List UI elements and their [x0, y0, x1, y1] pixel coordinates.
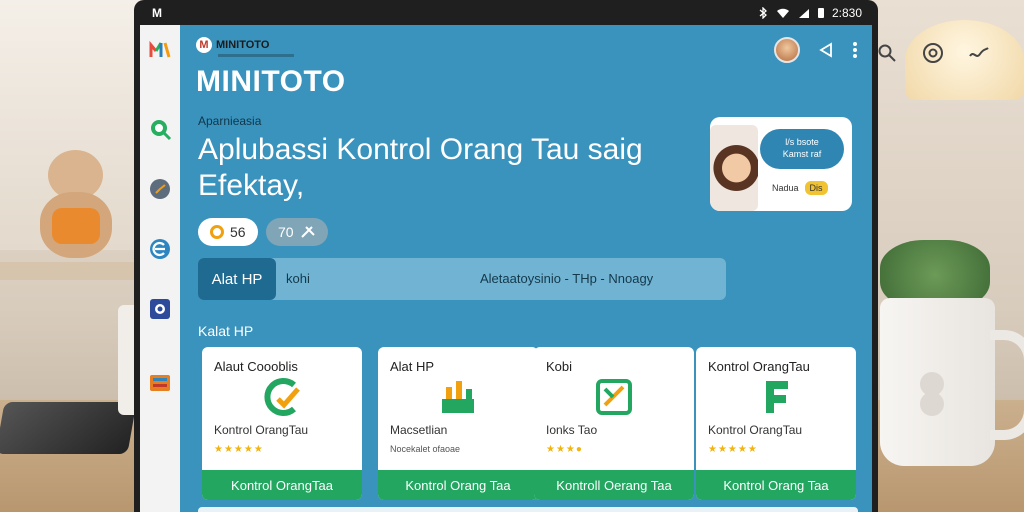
search-input[interactable]: kohi	[286, 271, 310, 286]
navigation-arrow-icon[interactable]	[818, 42, 834, 58]
card-title: Kontrol OrangTau	[708, 359, 810, 374]
family-photo	[710, 125, 758, 211]
card-title: Alaut Coooblis	[214, 359, 298, 374]
rail-item-clock[interactable]	[148, 177, 172, 201]
brand-underline	[218, 54, 294, 57]
card-cta-button[interactable]: Kontrol Orang Taa	[378, 470, 538, 500]
brand-logo-icon: M	[196, 37, 212, 53]
colorful-m-icon	[149, 40, 171, 58]
app-title: MINITOTO	[196, 65, 346, 98]
background-mug-button	[920, 392, 944, 416]
tools-icon	[300, 226, 315, 238]
card-rating: ★★★★★	[708, 444, 758, 455]
c-check-icon	[264, 378, 300, 416]
promo-pill-line1: l/s bsote	[785, 137, 819, 147]
tablet-device: M 2:830 M MINITOTO MINITOTO Aparnieasia …	[134, 0, 878, 512]
rail-item-search[interactable]	[148, 117, 172, 141]
promo-badge: Dis	[804, 181, 828, 195]
card-subtitle: Kontrol OrangTau	[708, 423, 803, 437]
search-icon	[151, 120, 172, 141]
card-rating: Nocekalet ofaoae	[390, 444, 461, 454]
clock-icon	[150, 179, 170, 199]
at-sign-icon	[923, 43, 943, 63]
camera-icon	[150, 299, 170, 319]
card-title: Kobi	[546, 359, 573, 374]
card-cta-button[interactable]: Kontrol OrangTaa	[202, 470, 362, 500]
app-card[interactable]: Alat HP Macsetlian Nocekalet ofaoae Kont…	[378, 347, 538, 500]
e-browser-icon	[150, 239, 170, 259]
promo-card[interactable]: l/s bsote Kamst raf Nadua Dis	[710, 117, 852, 211]
avatar[interactable]	[774, 37, 800, 63]
search-icon	[878, 44, 896, 62]
app-card[interactable]: Alaut Coooblis Kontrol OrangTau ★★★★★ Ko…	[202, 347, 362, 500]
background-shelf	[0, 262, 135, 280]
background-mug-handle	[990, 330, 1024, 440]
promo-pill-line2: Kamst raf	[782, 149, 822, 159]
hero-overline: Aparnieasia	[198, 114, 262, 128]
chip-label: 56	[230, 224, 246, 240]
card-title: Alat HP	[390, 359, 435, 374]
card-cta-button[interactable]: Kontroll Oerang Taa	[534, 470, 694, 500]
hero-headline: Aplubassi Kontrol Orang Tau saig Efektay…	[198, 133, 643, 202]
rail-item-browser[interactable]	[148, 237, 172, 261]
app-card[interactable]: Kobi Ionks Tao ★★★● Kontroll Oerang Taa	[534, 347, 694, 500]
search-bar[interactable]: Alat HP kohi Aletaatoysinio - THp - Nnoa…	[198, 258, 726, 300]
search-hint: Aletaatoysinio - THp - Nnoagy	[480, 271, 654, 286]
status-left-text: M	[152, 6, 162, 20]
promo-pill: l/s bsote Kamst raf	[760, 129, 844, 169]
rail-item-camera[interactable]	[148, 297, 172, 321]
factory-chart-icon	[442, 381, 474, 413]
rail-item-apps[interactable]	[148, 37, 172, 61]
chip-tools[interactable]: 70	[266, 218, 328, 246]
card-rating: ★★★●	[546, 444, 583, 455]
side-rail	[140, 25, 180, 512]
card-cta-button[interactable]: Kontrol Orang Taa	[696, 470, 856, 500]
status-bar: M 2:830	[134, 0, 878, 25]
f-letter-icon	[766, 381, 788, 413]
status-time: 2:830	[831, 6, 862, 20]
brand: M MINITOTO	[196, 37, 269, 53]
squiggle-icon	[969, 47, 989, 57]
promo-footer: Nadua Dis	[772, 181, 828, 195]
signal-icon	[798, 8, 809, 18]
card-subtitle: Macsetlian	[390, 423, 448, 437]
app-screen: M MINITOTO MINITOTO Aparnieasia Aplubass…	[140, 25, 872, 512]
chip-rating[interactable]: 56	[198, 218, 258, 246]
top-actions	[774, 37, 858, 63]
background-phone-image	[0, 402, 137, 454]
app-card[interactable]: Kontrol OrangTau Kontrol OrangTau ★★★★★ …	[696, 347, 856, 500]
next-card-edge	[198, 507, 858, 512]
teddy-bear-image	[30, 150, 120, 260]
chip-label: 70	[278, 224, 294, 240]
card-subtitle: Ionks Tao	[546, 423, 598, 437]
status-right: 2:830	[758, 6, 862, 20]
gallery-icon	[150, 375, 170, 391]
rail-item-gallery[interactable]	[148, 371, 172, 395]
edit-box-icon	[596, 379, 632, 415]
more-vertical-icon[interactable]	[852, 41, 858, 59]
search-category-button[interactable]: Alat HP	[198, 258, 276, 300]
card-rating: ★★★★★	[214, 444, 264, 455]
brand-name: MINITOTO	[216, 39, 270, 51]
wifi-icon	[776, 8, 789, 18]
section-label: Kalat HP	[198, 323, 254, 339]
ring-icon	[210, 225, 224, 239]
promo-footer-text: Nadua	[772, 183, 799, 193]
bluetooth-icon	[759, 7, 767, 19]
battery-icon	[817, 8, 824, 18]
card-subtitle: Kontrol OrangTau	[214, 423, 309, 437]
